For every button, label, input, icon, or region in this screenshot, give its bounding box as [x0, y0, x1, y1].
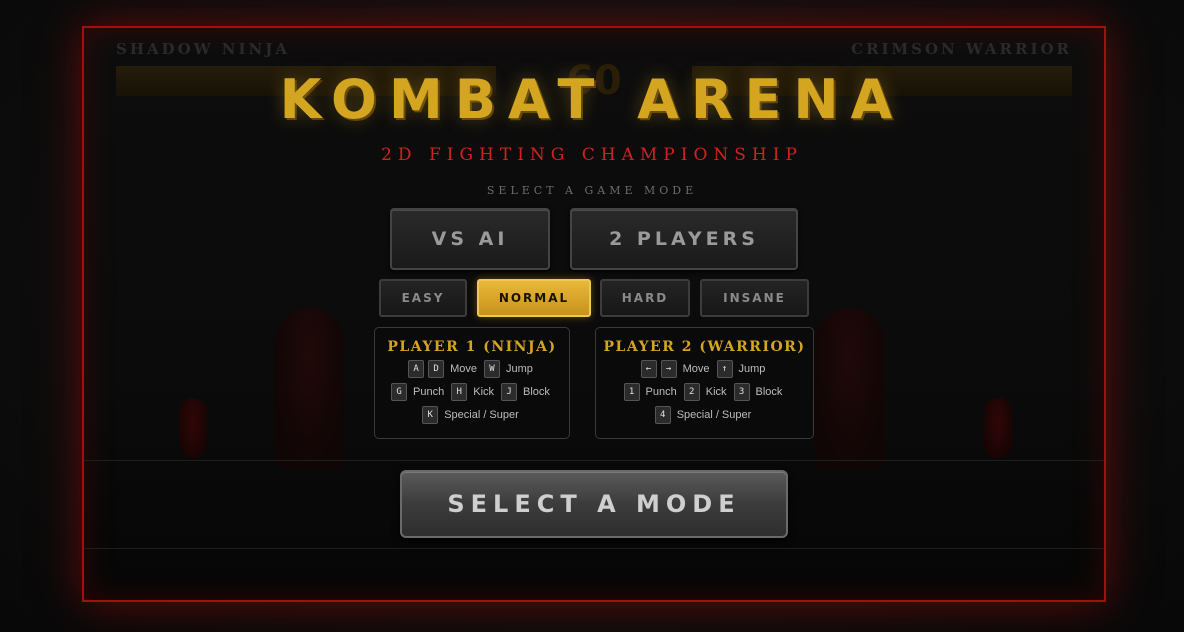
jump-label: Jump — [738, 363, 766, 375]
difficulty-insane-button[interactable]: INSANE — [700, 279, 809, 317]
key-kick: H — [451, 383, 468, 401]
key-punch: G — [391, 383, 408, 401]
move-label: Move — [450, 363, 477, 375]
hud-player1-name: SHADOW NINJA — [116, 40, 290, 58]
jump-label: Jump — [506, 363, 533, 375]
key-block: J — [501, 383, 518, 401]
player1-controls-panel: PLAYER 1 (NINJA) A D Move W Jump G Punch… — [374, 327, 570, 439]
key-special: K — [422, 406, 439, 424]
key-block: 3 — [733, 383, 750, 401]
kick-label: Kick — [705, 386, 727, 398]
player1-move-jump-row: A D Move W Jump — [375, 360, 569, 378]
player2-controls-title: PLAYER 2 (WARRIOR) — [603, 339, 806, 355]
two-players-mode-button[interactable]: 2 PLAYERS — [570, 208, 798, 270]
hud-player2-name: CRIMSON WARRIOR — [851, 40, 1072, 58]
player2-move-jump-row: ← → Move ↑ Jump — [596, 360, 813, 378]
key-jump: W — [484, 360, 500, 378]
player1-fighter-silhouette — [274, 308, 344, 468]
move-label: Move — [682, 363, 710, 375]
punch-label: Punch — [413, 386, 445, 398]
key-special: 4 — [654, 406, 671, 424]
floor-line-upper — [84, 460, 1104, 461]
player2-special-row: 4 Special / Super — [596, 406, 813, 424]
player2-fighter-silhouette — [814, 308, 884, 468]
key-kick: 2 — [683, 383, 700, 401]
key-right-arrow-icon: → — [660, 360, 677, 378]
vs-ai-mode-button[interactable]: VS AI — [390, 208, 550, 270]
punch-label: Punch — [645, 386, 677, 398]
player1-controls-title: PLAYER 1 (NINJA) — [387, 339, 557, 355]
game-stage: SHADOW NINJA CRIMSON WARRIOR 60 KOMBAT A… — [0, 0, 1184, 632]
block-label: Block — [755, 386, 783, 398]
player2-attack-row: 1 Punch 2 Kick 3 Block — [596, 383, 813, 401]
key-left-arrow-icon: ← — [640, 360, 657, 378]
player1-attack-row: G Punch H Kick J Block — [375, 383, 569, 401]
difficulty-normal-button[interactable]: NORMAL — [477, 279, 591, 317]
difficulty-hard-button[interactable]: HARD — [600, 279, 690, 317]
mode-prompt: SELECT A GAME MODE — [486, 184, 698, 197]
key-up-arrow-icon: ↑ — [716, 360, 733, 378]
special-label: Special / Super — [676, 409, 752, 421]
floor-line-lower — [84, 548, 1104, 549]
key-move-left: A — [408, 360, 425, 378]
left-torch-decoration — [179, 398, 207, 458]
player2-controls-panel: PLAYER 2 (WARRIOR) ← → Move ↑ Jump 1 Pun… — [595, 327, 814, 439]
game-title: KOMBAT ARENA — [279, 68, 905, 131]
player1-special-row: K Special / Super — [375, 406, 569, 424]
block-label: Block — [523, 386, 550, 398]
start-fight-button[interactable]: SELECT A MODE — [400, 470, 788, 538]
difficulty-easy-button[interactable]: EASY — [379, 279, 467, 317]
right-torch-decoration — [984, 398, 1012, 458]
special-label: Special / Super — [444, 409, 519, 421]
game-subtitle: 2D FIGHTING CHAMPIONSHIP — [381, 145, 803, 165]
kick-label: Kick — [473, 386, 495, 398]
key-punch: 1 — [623, 383, 640, 401]
key-move-right: D — [428, 360, 445, 378]
